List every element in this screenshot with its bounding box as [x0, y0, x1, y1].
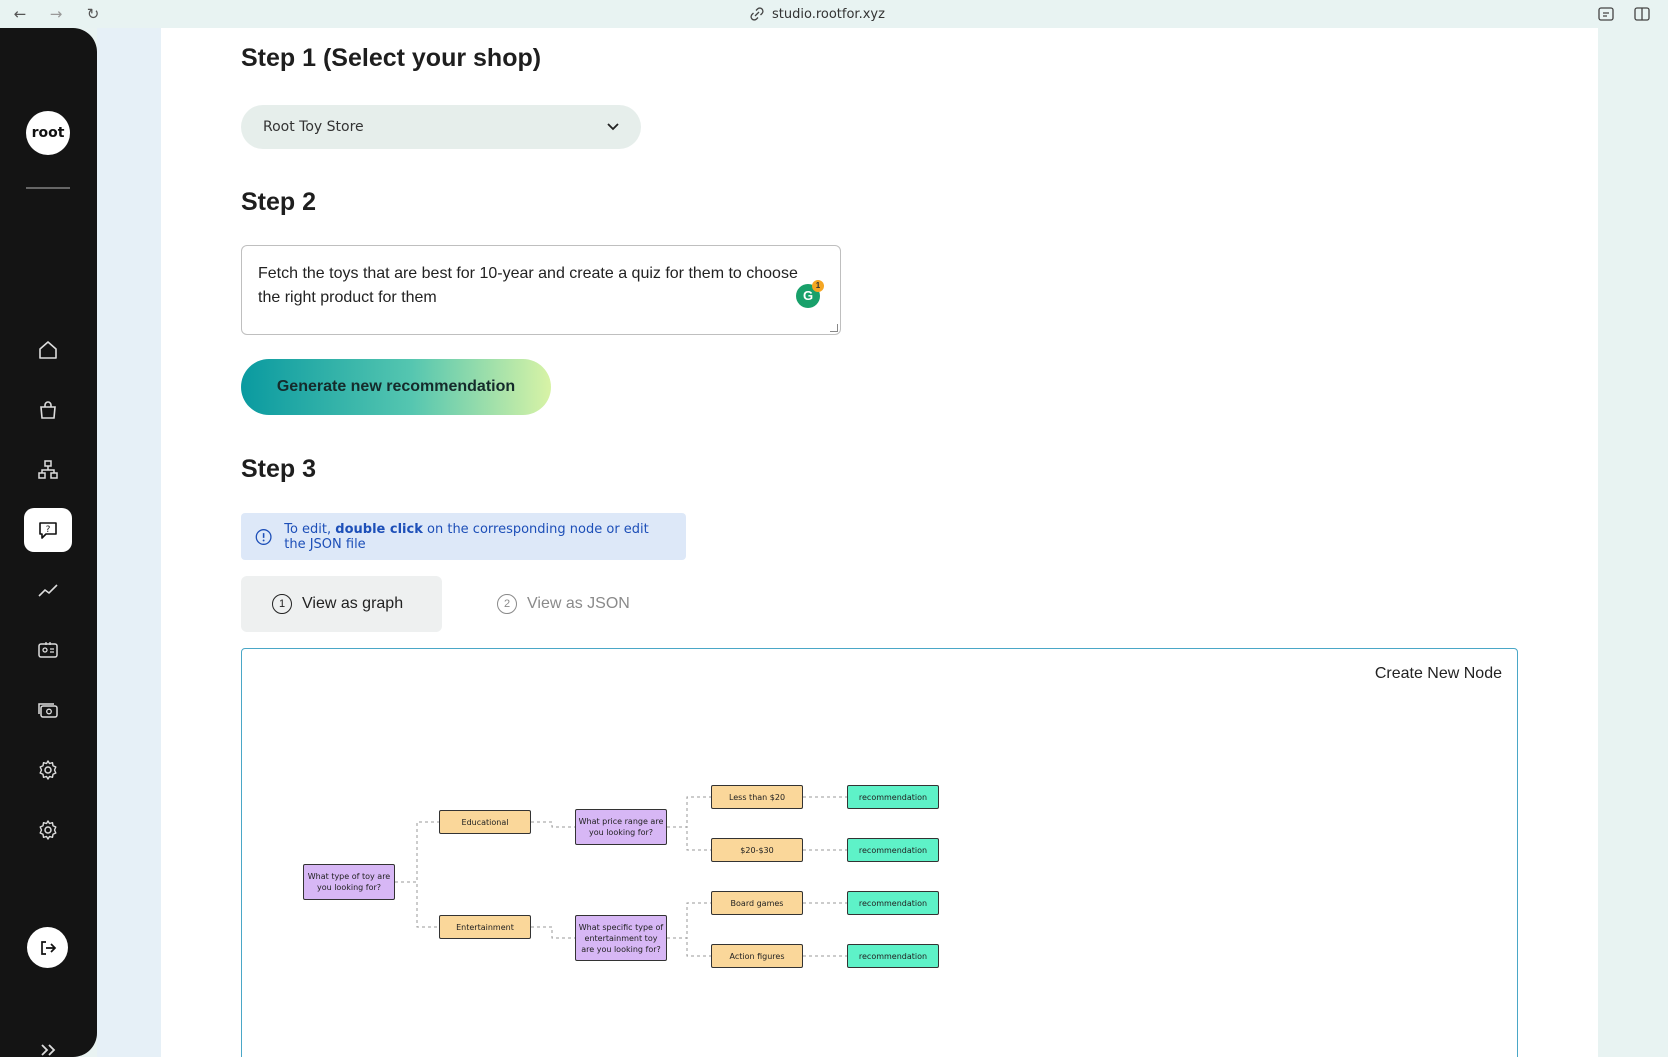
- sidebar-divider: [26, 187, 70, 189]
- url-text: studio.rootfor.xyz: [772, 6, 885, 22]
- edge: [667, 937, 711, 957]
- reload-icon[interactable]: ↻: [83, 4, 103, 24]
- sidebar-item-home[interactable]: [24, 328, 72, 372]
- back-arrow-icon[interactable]: ←: [10, 4, 30, 24]
- sidebar-item-billing[interactable]: [24, 688, 72, 732]
- edge: [667, 902, 711, 939]
- svg-text:?: ?: [46, 525, 51, 535]
- info-text-prefix: To edit,: [284, 521, 332, 537]
- logout-icon: [40, 940, 56, 955]
- edge: [395, 821, 439, 883]
- hierarchy-icon: [38, 460, 58, 479]
- sidebar-item-profile[interactable]: [24, 628, 72, 672]
- home-icon: [39, 341, 57, 359]
- info-text: To edit, double click on the correspondi…: [284, 522, 672, 552]
- grammarly-icon[interactable]: G 1: [796, 280, 824, 308]
- root-logo[interactable]: root: [26, 111, 70, 155]
- grammarly-badge: 1: [812, 280, 824, 292]
- shop-select-value: Root Toy Store: [263, 119, 364, 135]
- step1-title: Step 1 (Select your shop): [241, 44, 542, 72]
- edge: [531, 926, 575, 939]
- id-card-icon: [38, 642, 58, 658]
- address-bar[interactable]: studio.rootfor.xyz: [750, 4, 885, 24]
- graph-node-question[interactable]: What price range are you looking for?: [575, 809, 667, 845]
- graph-node-question[interactable]: What type of toy are you looking for?: [303, 864, 395, 900]
- tab-view-as-graph[interactable]: 1 View as graph: [241, 576, 442, 632]
- logout-button[interactable]: [27, 927, 68, 968]
- sidebar-item-quiz[interactable]: ?: [24, 508, 72, 552]
- shopping-bag-icon: [40, 401, 56, 419]
- page-backdrop-right: [1598, 28, 1668, 1057]
- shop-select[interactable]: Root Toy Store: [241, 105, 641, 149]
- graph-node-recommendation[interactable]: recommendation: [847, 785, 939, 809]
- tab-view-as-json[interactable]: 2 View as JSON: [497, 576, 630, 632]
- graph-node-option[interactable]: Action figures: [711, 944, 803, 968]
- sidebar-item-hierarchy[interactable]: [24, 448, 72, 492]
- prompt-textarea[interactable]: Fetch the toys that are best for 10-year…: [241, 245, 841, 335]
- resize-handle[interactable]: [830, 324, 838, 332]
- extensions-icon[interactable]: [1597, 5, 1615, 23]
- step2-title: Step 2: [241, 188, 317, 216]
- link-icon: [750, 7, 764, 21]
- graph-node-option[interactable]: $20-$30: [711, 838, 803, 862]
- graph-node-question[interactable]: What specific type of entertainment toy …: [575, 915, 667, 961]
- settings-icon: [39, 760, 57, 780]
- edge: [395, 881, 439, 928]
- page-backdrop: [97, 28, 161, 1057]
- double-chevron-right-icon: [41, 1044, 56, 1056]
- info-text-bold: double click: [335, 521, 423, 537]
- generate-recommendation-button[interactable]: Generate new recommendation: [241, 359, 551, 415]
- sidebar-item-shop[interactable]: [24, 388, 72, 432]
- sidebar: root ?: [0, 28, 97, 1057]
- sidebar-item-analytics[interactable]: [24, 568, 72, 612]
- edit-info-banner: To edit, double click on the correspondi…: [241, 513, 686, 560]
- main-content: Step 1 (Select your shop) Root Toy Store…: [161, 28, 1598, 1057]
- graph-node-option[interactable]: Less than $20: [711, 785, 803, 809]
- graph-node-recommendation[interactable]: recommendation: [847, 838, 939, 862]
- tab-label: View as JSON: [527, 595, 630, 612]
- browser-toolbar: ← → ↻ studio.rootfor.xyz: [0, 0, 1668, 28]
- expand-sidebar-button[interactable]: [34, 1038, 62, 1057]
- settings-icon: [39, 820, 57, 840]
- graph-node-option[interactable]: Board games: [711, 891, 803, 915]
- tab-label: View as graph: [302, 595, 404, 612]
- edge: [667, 796, 711, 828]
- sidebar-item-settings[interactable]: [24, 748, 72, 792]
- prompt-text: Fetch the toys that are best for 10-year…: [258, 265, 798, 306]
- graph-node-answer[interactable]: Entertainment: [439, 915, 531, 939]
- trend-icon: [38, 584, 58, 597]
- sidebar-item-settings-2[interactable]: [24, 808, 72, 852]
- graph-canvas[interactable]: Create New Node What type of toy are you…: [241, 648, 1518, 1057]
- step3-title: Step 3: [241, 455, 317, 483]
- edge: [667, 826, 711, 851]
- money-icon: [38, 703, 58, 718]
- info-icon: [255, 528, 272, 545]
- tab-number: 2: [497, 594, 517, 614]
- quiz-icon: ?: [39, 522, 57, 539]
- chevron-down-icon: [607, 123, 619, 131]
- tab-number: 1: [272, 594, 292, 614]
- graph-node-answer[interactable]: Educational: [439, 810, 531, 834]
- edge: [531, 821, 575, 828]
- graph-node-recommendation[interactable]: recommendation: [847, 944, 939, 968]
- graph-node-recommendation[interactable]: recommendation: [847, 891, 939, 915]
- forward-arrow-icon[interactable]: →: [46, 4, 66, 24]
- sidebar-toggle-icon[interactable]: [1633, 5, 1651, 23]
